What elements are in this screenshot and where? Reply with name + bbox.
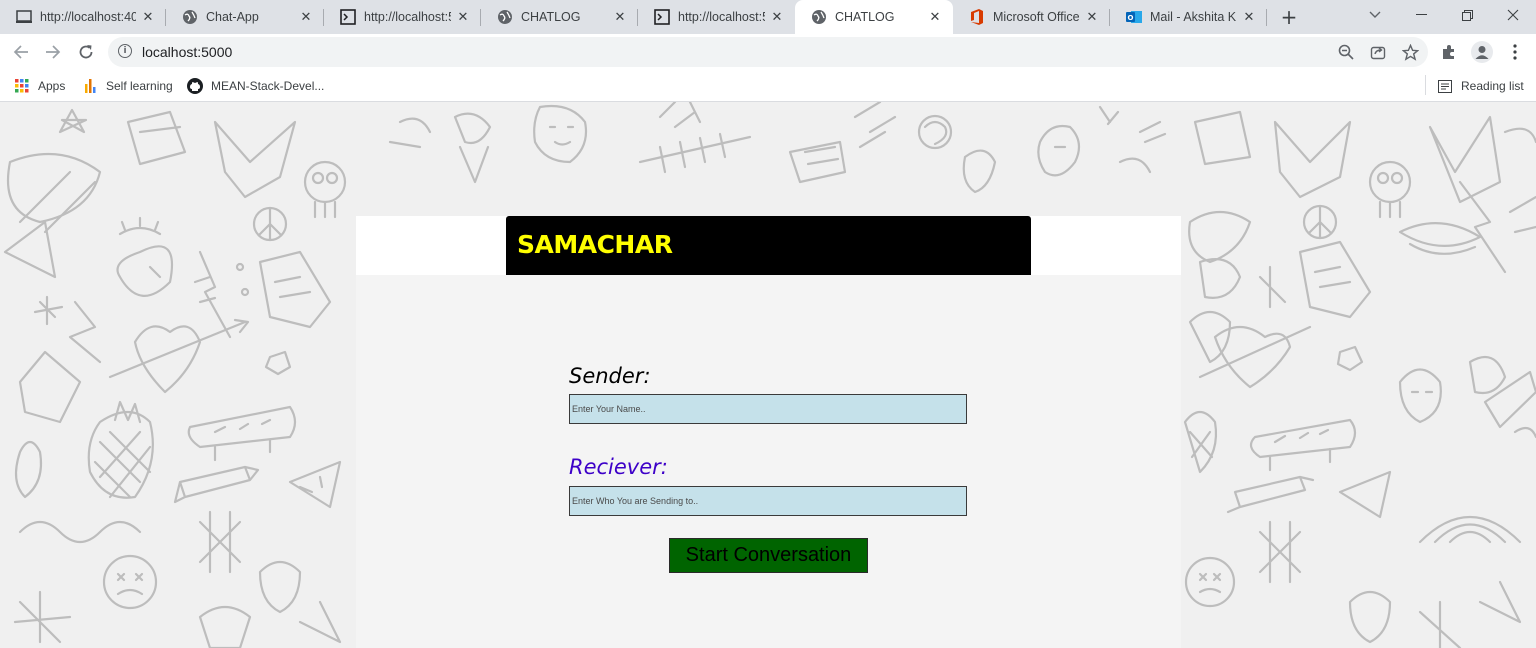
reload-button[interactable] [73, 39, 99, 65]
tab-title: Mail - Akshita K - Outlook [1150, 10, 1237, 24]
zoom-icon[interactable] [1334, 40, 1358, 64]
profile-avatar-icon[interactable] [1470, 40, 1494, 64]
tab-title: http://localhost:5000 [678, 10, 765, 24]
bookmark-apps[interactable]: Apps [14, 76, 65, 96]
terminal-icon [16, 9, 32, 25]
outlook-icon: O [1126, 9, 1142, 25]
app-header: SAMACHAR [506, 216, 1031, 275]
close-icon[interactable]: ✕ [1084, 9, 1100, 25]
back-button[interactable] [8, 39, 34, 65]
close-icon[interactable]: ✕ [769, 9, 785, 25]
site-info-icon[interactable]: i [118, 44, 132, 58]
restore-button[interactable] [1444, 0, 1490, 30]
close-icon[interactable]: ✕ [140, 9, 156, 25]
github-icon [187, 78, 203, 94]
bookmark-mean-stack[interactable]: MEAN-Stack-Devel... [187, 76, 324, 96]
reading-list-label: Reading list [1461, 79, 1524, 93]
tab-chatlog-a[interactable]: CHATLOG ✕ [481, 0, 638, 34]
new-tab-button[interactable]: + [1278, 5, 1300, 29]
svg-text:O: O [1128, 14, 1134, 22]
window-close-button[interactable] [1490, 0, 1536, 30]
sender-label: Sender: [569, 364, 651, 388]
tab-title: http://localhost:4000 [40, 10, 136, 24]
terminal-icon [654, 9, 670, 25]
share-icon[interactable] [1366, 40, 1390, 64]
close-icon[interactable]: ✕ [612, 9, 628, 25]
close-icon[interactable]: ✕ [298, 9, 314, 25]
analytics-icon [82, 78, 98, 94]
brand-title: SAMACHAR [517, 230, 673, 259]
globe-icon [182, 9, 198, 25]
bookmark-self-learning[interactable]: Self learning [82, 76, 173, 96]
reading-list-icon [1437, 78, 1453, 94]
tab-title: Microsoft Office Home [993, 10, 1080, 24]
tab-chat-app[interactable]: Chat-App ✕ [166, 0, 324, 34]
bookmark-star-icon[interactable] [1398, 40, 1422, 64]
extensions-icon[interactable] [1437, 40, 1461, 64]
tab-search-chevron-icon[interactable] [1352, 0, 1398, 30]
globe-icon [811, 9, 827, 25]
start-conversation-button[interactable]: Start Conversation [669, 538, 868, 573]
minimize-button[interactable] [1398, 0, 1444, 30]
bookmarks-bar: Apps Self learning MEAN-Stack-Devel... R… [0, 70, 1536, 102]
forward-button[interactable] [40, 39, 66, 65]
tab-title: http://localhost:5000 [364, 10, 451, 24]
terminal-icon [340, 9, 356, 25]
receiver-input[interactable] [569, 486, 967, 516]
menu-kebab-icon[interactable] [1503, 40, 1527, 64]
close-icon[interactable]: ✕ [1241, 9, 1257, 25]
page-viewport: SAMACHAR Sender: Reciever: Start Convers… [0, 102, 1536, 648]
apps-grid-icon [14, 78, 30, 94]
tab-title: CHATLOG [521, 10, 581, 24]
tab-title: Chat-App [206, 10, 259, 24]
browser-toolbar: i localhost:5000 [0, 34, 1536, 70]
bookmark-label: MEAN-Stack-Devel... [211, 79, 325, 93]
sender-input[interactable] [569, 394, 967, 424]
tab-outlook-mail[interactable]: O Mail - Akshita K - Outlook ✕ [1110, 0, 1267, 34]
bookmark-label: Self learning [106, 79, 173, 93]
address-bar[interactable]: i localhost:5000 [108, 37, 1428, 67]
office-icon [969, 9, 985, 25]
login-panel [356, 216, 1181, 648]
globe-icon [497, 9, 513, 25]
bookmark-label: Apps [38, 79, 66, 93]
receiver-label: Reciever: [569, 455, 668, 479]
url-text: localhost:5000 [142, 44, 233, 60]
tab-title: CHATLOG [835, 10, 895, 24]
bookmarks-divider [1425, 75, 1426, 95]
tab-localhost-4000[interactable]: http://localhost:4000 ✕ [0, 0, 166, 34]
close-icon[interactable]: ✕ [455, 9, 471, 25]
close-icon[interactable]: ✕ [927, 9, 943, 25]
tab-chatlog-active[interactable]: CHATLOG ✕ [795, 0, 953, 34]
tab-strip: http://localhost:4000 ✕ Chat-App ✕ http:… [0, 0, 1536, 34]
reading-list-button[interactable]: Reading list [1437, 76, 1524, 96]
tab-microsoft-office[interactable]: Microsoft Office Home ✕ [953, 0, 1110, 34]
tab-localhost-5000-b[interactable]: http://localhost:5000 ✕ [638, 0, 795, 34]
tab-localhost-5000-a[interactable]: http://localhost:5000 ✕ [324, 0, 481, 34]
